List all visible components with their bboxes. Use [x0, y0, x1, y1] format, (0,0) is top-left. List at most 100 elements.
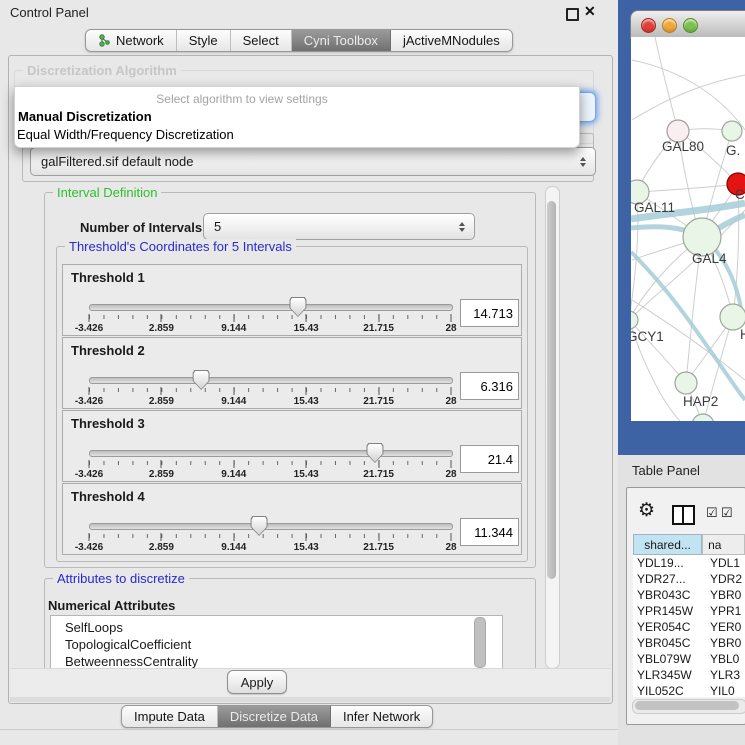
- list-scrollbar[interactable]: [474, 617, 486, 668]
- slider-minor-ticks: [89, 534, 451, 538]
- thresholds-group-title: Threshold's Coordinates for 5 Intervals: [65, 239, 296, 254]
- threshold-4-panel: Threshold 4 -3.426 2.859 9.144 15.43 21.…: [62, 483, 522, 555]
- attributes-group-title: Attributes to discretize: [53, 571, 189, 586]
- algorithm-hint: Select algorithm to view settings: [15, 92, 469, 106]
- network-window-titlebar[interactable]: [630, 10, 745, 39]
- table-row[interactable]: YBL079WYBL0: [633, 651, 745, 667]
- discretization-algorithm-title: Discretization Algorithm: [23, 63, 181, 78]
- scrollbar-thumb[interactable]: [547, 201, 556, 579]
- control-panel-tab-bar: Network Style Select Cyni Toolbox jActiv…: [85, 29, 513, 52]
- cyni-mode-tab-bar: Impute Data Discretize Data Infer Networ…: [121, 705, 433, 728]
- tab-infer-network[interactable]: Infer Network: [331, 706, 432, 727]
- table-row[interactable]: YIL052CYIL0: [633, 683, 745, 697]
- tab-jactivemnodules[interactable]: jActiveMNodules: [391, 30, 512, 51]
- node-partial-top[interactable]: [722, 121, 742, 141]
- slider-thumb[interactable]: [193, 370, 210, 390]
- divider: [0, 729, 620, 730]
- threshold-1-slider[interactable]: -3.426 2.859 9.144 15.43 21.715 28: [89, 293, 451, 333]
- table-panel-title: Table Panel: [632, 463, 700, 478]
- column-header-name[interactable]: na: [702, 534, 745, 555]
- slider-track[interactable]: [89, 450, 453, 457]
- tab-network[interactable]: Network: [86, 30, 177, 51]
- table-header-row: shared... na: [633, 534, 745, 555]
- slider-thumb[interactable]: [251, 516, 268, 536]
- threshold-1-value-field[interactable]: [460, 299, 519, 327]
- threshold-3-label: Threshold 3: [71, 416, 145, 431]
- threshold-1-panel: Threshold 1 -3.426 2.859 9.144 15.43 21.…: [62, 264, 522, 336]
- table-row[interactable]: YPR145WYPR1: [633, 603, 745, 619]
- number-of-intervals-label: Number of Intervals: [80, 220, 202, 235]
- slider-track[interactable]: [89, 523, 453, 530]
- network-canvas[interactable]: GAL80 G. C GAL11 GAL4 GCY1 H HAP2: [630, 37, 745, 421]
- tab-cyni-toolbox[interactable]: Cyni Toolbox: [292, 30, 391, 51]
- list-item[interactable]: TopologicalCoefficient: [65, 636, 502, 653]
- table-row[interactable]: YBR045CYBR0: [633, 635, 745, 651]
- svg-text:GAL11: GAL11: [634, 200, 675, 215]
- tab-style[interactable]: Style: [177, 30, 231, 51]
- threshold-2-slider[interactable]: -3.426 2.859 9.144 15.43 21.715 28: [89, 366, 451, 406]
- table-rows: YDL19...YDL1 YDR27...YDR2 YBR043CYBR0 YP…: [633, 555, 745, 697]
- table-row[interactable]: YDL19...YDL1: [633, 555, 745, 571]
- threshold-2-label: Threshold 2: [71, 343, 145, 358]
- apply-button[interactable]: Apply: [227, 670, 287, 694]
- close-icon[interactable]: ✕: [584, 3, 596, 20]
- threshold-3-panel: Threshold 3 -3.426 2.859 9.144 15.43 21.…: [62, 410, 522, 482]
- minimize-traffic-light[interactable]: [662, 18, 677, 33]
- threshold-2-panel: Threshold 2 -3.426 2.859 9.144 15.43 21.…: [62, 337, 522, 409]
- list-item[interactable]: SelfLoops: [65, 619, 502, 636]
- threshold-4-slider[interactable]: -3.426 2.859 9.144 15.43 21.715 28: [89, 512, 451, 552]
- threshold-2-value-field[interactable]: [460, 372, 519, 400]
- slider-track[interactable]: [89, 304, 453, 311]
- settings-scrollbar[interactable]: [545, 186, 560, 669]
- threshold-1-label: Threshold 1: [71, 270, 145, 285]
- float-window-icon[interactable]: [566, 8, 579, 21]
- checkbox-icon[interactable]: ☑: [706, 505, 718, 521]
- number-of-intervals-value: 5: [214, 219, 221, 234]
- node-hap2[interactable]: [675, 372, 697, 394]
- table-data-combobox[interactable]: galFiltered.sif default node: [30, 147, 596, 176]
- svg-text:GCY1: GCY1: [630, 329, 664, 344]
- column-header-shared[interactable]: shared...: [633, 534, 702, 555]
- table-row[interactable]: YER054CYER0: [633, 619, 745, 635]
- svg-text:HAP2: HAP2: [683, 394, 718, 409]
- close-traffic-light[interactable]: [641, 18, 656, 33]
- scrollbar-thumb[interactable]: [635, 701, 739, 710]
- interval-definition-title: Interval Definition: [53, 185, 161, 200]
- numerical-attributes-label: Numerical Attributes: [48, 598, 175, 613]
- svg-text:GAL4: GAL4: [692, 251, 727, 266]
- network-icon: [98, 34, 111, 47]
- threshold-4-value-field[interactable]: [460, 518, 519, 546]
- split-columns-icon[interactable]: [672, 505, 695, 525]
- algorithm-dropdown-popup: Select algorithm to view settings Manual…: [14, 86, 580, 148]
- table-horizontal-scrollbar[interactable]: [632, 699, 745, 714]
- threshold-3-value-field[interactable]: [460, 445, 519, 473]
- option-equal-width-frequency[interactable]: Equal Width/Frequency Discretization: [17, 127, 234, 142]
- option-manual-discretization[interactable]: Manual Discretization: [18, 109, 152, 124]
- slider-track[interactable]: [89, 377, 453, 384]
- tab-impute-data[interactable]: Impute Data: [122, 706, 218, 727]
- table-row[interactable]: YDR27...YDR2: [633, 571, 745, 587]
- slider-thumb[interactable]: [289, 297, 306, 317]
- stepper-arrows-icon: [580, 154, 586, 170]
- slider-minor-ticks: [89, 461, 451, 465]
- checkbox-icon[interactable]: ☑: [721, 505, 733, 521]
- tab-network-label: Network: [116, 33, 164, 48]
- svg-text:G.: G.: [726, 143, 740, 158]
- numerical-attributes-list[interactable]: SelfLoops TopologicalCoefficient Between…: [50, 615, 503, 673]
- threshold-3-slider[interactable]: -3.426 2.859 9.144 15.43 21.715 28: [89, 439, 451, 479]
- svg-text:H: H: [740, 327, 745, 342]
- svg-text:GAL80: GAL80: [662, 139, 704, 154]
- gear-icon[interactable]: ⚙: [638, 499, 655, 522]
- svg-text:C: C: [735, 187, 745, 202]
- table-row[interactable]: YBR043CYBR0: [633, 587, 745, 603]
- stepper-arrows-icon: [459, 219, 465, 235]
- number-of-intervals-combobox[interactable]: 5: [203, 213, 475, 240]
- tab-select[interactable]: Select: [231, 30, 292, 51]
- slider-thumb[interactable]: [366, 443, 383, 463]
- tab-discretize-data[interactable]: Discretize Data: [218, 706, 331, 727]
- panel-title: Control Panel: [10, 5, 89, 20]
- zoom-traffic-light[interactable]: [683, 18, 698, 33]
- table-row[interactable]: YLR345WYLR3: [633, 667, 745, 683]
- threshold-4-label: Threshold 4: [71, 489, 145, 504]
- slider-minor-ticks: [89, 388, 451, 392]
